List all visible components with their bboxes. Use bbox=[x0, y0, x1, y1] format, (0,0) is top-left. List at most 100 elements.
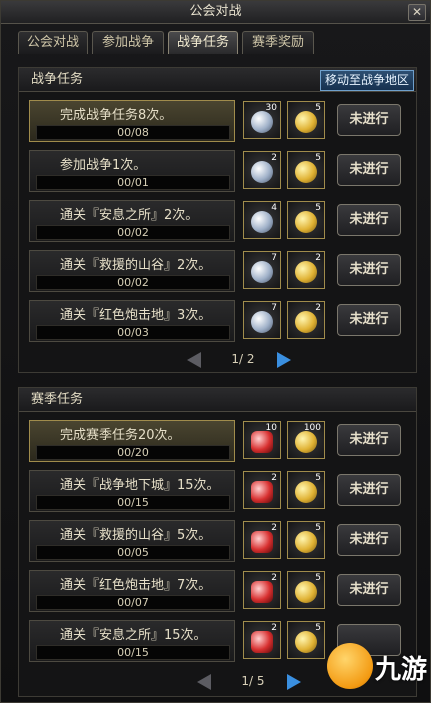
reward-gold-coin-icon[interactable]: 5 bbox=[287, 621, 325, 659]
season-task-row: 通关『救援的山谷』5次。 00/05 2 5 未进行 bbox=[29, 520, 409, 564]
war-tasks-title: 战争任务 bbox=[31, 72, 84, 87]
task-status-button[interactable]: 未进行 bbox=[337, 204, 401, 236]
war-task-row: 完成战争任务8次。 00/08 30 5 未进行 bbox=[29, 100, 409, 144]
task-name: 通关『红色炮击地』3次。 bbox=[60, 308, 212, 323]
task-box: 通关『救援的山谷』5次。 00/05 bbox=[29, 520, 235, 562]
reward-count: 2 bbox=[271, 473, 277, 483]
reward-count: 2 bbox=[271, 623, 277, 633]
task-progress: 00/07 bbox=[36, 595, 230, 610]
reward-count: 30 bbox=[265, 103, 277, 113]
task-progress: 00/20 bbox=[36, 445, 230, 460]
reward-bomb-icon[interactable]: 4 bbox=[243, 201, 281, 239]
reward-bomb-icon[interactable]: 2 bbox=[243, 151, 281, 189]
war-tasks-pager: 1/ 2 bbox=[187, 350, 307, 370]
task-name: 通关『救援的山谷』5次。 bbox=[60, 528, 212, 543]
task-box: 通关『红色炮击地』7次。 00/07 bbox=[29, 570, 235, 612]
task-progress: 00/01 bbox=[36, 175, 230, 190]
reward-gold-coin-icon[interactable]: 5 bbox=[287, 471, 325, 509]
task-name: 通关『安息之所』15次。 bbox=[60, 628, 207, 643]
reward-count: 5 bbox=[315, 573, 321, 583]
war-task-row: 通关『红色炮击地』3次。 00/03 7 2 未进行 bbox=[29, 300, 409, 344]
reward-count: 10 bbox=[265, 423, 277, 433]
task-box: 通关『救援的山谷』2次。 00/02 bbox=[29, 250, 235, 292]
prev-page-arrow-icon[interactable] bbox=[187, 352, 201, 368]
reward-bomb-icon[interactable]: 7 bbox=[243, 301, 281, 339]
watermark-logo: 九游 bbox=[323, 641, 429, 697]
task-name: 通关『战争地下城』15次。 bbox=[60, 478, 220, 493]
reward-count: 5 bbox=[315, 523, 321, 533]
reward-red-box-icon[interactable]: 2 bbox=[243, 621, 281, 659]
prev-page-arrow-icon[interactable] bbox=[197, 674, 211, 690]
reward-red-box-icon[interactable]: 2 bbox=[243, 521, 281, 559]
reward-gold-coin-icon[interactable]: 5 bbox=[287, 101, 325, 139]
reward-count: 4 bbox=[271, 203, 277, 213]
tab-season-rewards[interactable]: 赛季奖励 bbox=[242, 31, 314, 54]
reward-gold-coin-icon[interactable]: 2 bbox=[287, 251, 325, 289]
move-to-war-zone-button[interactable]: 移动至战争地区 bbox=[319, 70, 414, 91]
reward-gold-coin-icon[interactable]: 2 bbox=[287, 301, 325, 339]
task-progress: 00/05 bbox=[36, 545, 230, 560]
task-status-button[interactable]: 未进行 bbox=[337, 104, 401, 136]
task-box: 通关『红色炮击地』3次。 00/03 bbox=[29, 300, 235, 342]
task-status-button[interactable]: 未进行 bbox=[337, 524, 401, 556]
reward-count: 5 bbox=[315, 623, 321, 633]
season-tasks-header: 赛季任务 bbox=[19, 388, 416, 412]
task-status-button[interactable]: 未进行 bbox=[337, 304, 401, 336]
reward-count: 5 bbox=[315, 473, 321, 483]
guild-war-window: 公会对战 ✕ 公会对战 参加战争 战争任务 赛季奖励 战争任务 移动至战争地区 … bbox=[0, 0, 431, 703]
reward-count: 5 bbox=[315, 153, 321, 163]
reward-count: 5 bbox=[315, 203, 321, 213]
task-box: 完成赛季任务20次。 00/20 bbox=[29, 420, 235, 462]
task-status-button[interactable]: 未进行 bbox=[337, 574, 401, 606]
reward-red-box-icon[interactable]: 2 bbox=[243, 471, 281, 509]
war-task-row: 参加战争1次。 00/01 2 5 未进行 bbox=[29, 150, 409, 194]
task-status-button[interactable]: 未进行 bbox=[337, 424, 401, 456]
task-box: 通关『安息之所』2次。 00/02 bbox=[29, 200, 235, 242]
war-task-row: 通关『救援的山谷』2次。 00/02 7 2 未进行 bbox=[29, 250, 409, 294]
task-name: 完成赛季任务20次。 bbox=[60, 428, 181, 443]
task-name: 通关『救援的山谷』2次。 bbox=[60, 258, 212, 273]
task-progress: 00/15 bbox=[36, 645, 230, 660]
task-box: 完成战争任务8次。 00/08 bbox=[29, 100, 235, 142]
task-status-button[interactable]: 未进行 bbox=[337, 474, 401, 506]
reward-gold-coin-icon[interactable]: 100 bbox=[287, 421, 325, 459]
task-name: 参加战争1次。 bbox=[60, 158, 147, 173]
tab-guild-war[interactable]: 公会对战 bbox=[18, 31, 88, 54]
task-progress: 00/08 bbox=[36, 125, 230, 140]
page-indicator: 1/ 5 bbox=[241, 674, 265, 688]
season-tasks-pager: 1/ 5 bbox=[197, 672, 317, 692]
season-task-row: 完成赛季任务20次。 00/20 10 100 未进行 bbox=[29, 420, 409, 464]
reward-count: 2 bbox=[271, 523, 277, 533]
page-indicator: 1/ 2 bbox=[231, 352, 255, 366]
reward-red-box-icon[interactable]: 2 bbox=[243, 571, 281, 609]
reward-red-box-icon[interactable]: 10 bbox=[243, 421, 281, 459]
reward-count: 5 bbox=[315, 103, 321, 113]
tab-war-tasks[interactable]: 战争任务 bbox=[168, 31, 238, 54]
task-box: 参加战争1次。 00/01 bbox=[29, 150, 235, 192]
reward-count: 2 bbox=[315, 303, 321, 313]
reward-count: 2 bbox=[271, 573, 277, 583]
close-button[interactable]: ✕ bbox=[408, 4, 426, 21]
watermark-text: 九游 bbox=[375, 655, 428, 685]
next-page-arrow-icon[interactable] bbox=[287, 674, 301, 690]
task-status-button[interactable]: 未进行 bbox=[337, 254, 401, 286]
reward-gold-coin-icon[interactable]: 5 bbox=[287, 521, 325, 559]
season-task-row: 通关『战争地下城』15次。 00/15 2 5 未进行 bbox=[29, 470, 409, 514]
task-progress: 00/15 bbox=[36, 495, 230, 510]
reward-bomb-icon[interactable]: 7 bbox=[243, 251, 281, 289]
task-progress: 00/02 bbox=[36, 275, 230, 290]
task-box: 通关『安息之所』15次。 00/15 bbox=[29, 620, 235, 662]
reward-bomb-icon[interactable]: 30 bbox=[243, 101, 281, 139]
war-task-row: 通关『安息之所』2次。 00/02 4 5 未进行 bbox=[29, 200, 409, 244]
reward-gold-coin-icon[interactable]: 5 bbox=[287, 571, 325, 609]
next-page-arrow-icon[interactable] bbox=[277, 352, 291, 368]
tab-join-war[interactable]: 参加战争 bbox=[92, 31, 164, 54]
season-tasks-title: 赛季任务 bbox=[31, 392, 84, 407]
reward-gold-coin-icon[interactable]: 5 bbox=[287, 151, 325, 189]
season-task-row: 通关『红色炮击地』7次。 00/07 2 5 未进行 bbox=[29, 570, 409, 614]
task-name: 通关『红色炮击地』7次。 bbox=[60, 578, 212, 593]
war-tasks-header: 战争任务 移动至战争地区 bbox=[19, 68, 416, 92]
task-status-button[interactable]: 未进行 bbox=[337, 154, 401, 186]
reward-gold-coin-icon[interactable]: 5 bbox=[287, 201, 325, 239]
task-name: 完成战争任务8次。 bbox=[60, 108, 173, 123]
